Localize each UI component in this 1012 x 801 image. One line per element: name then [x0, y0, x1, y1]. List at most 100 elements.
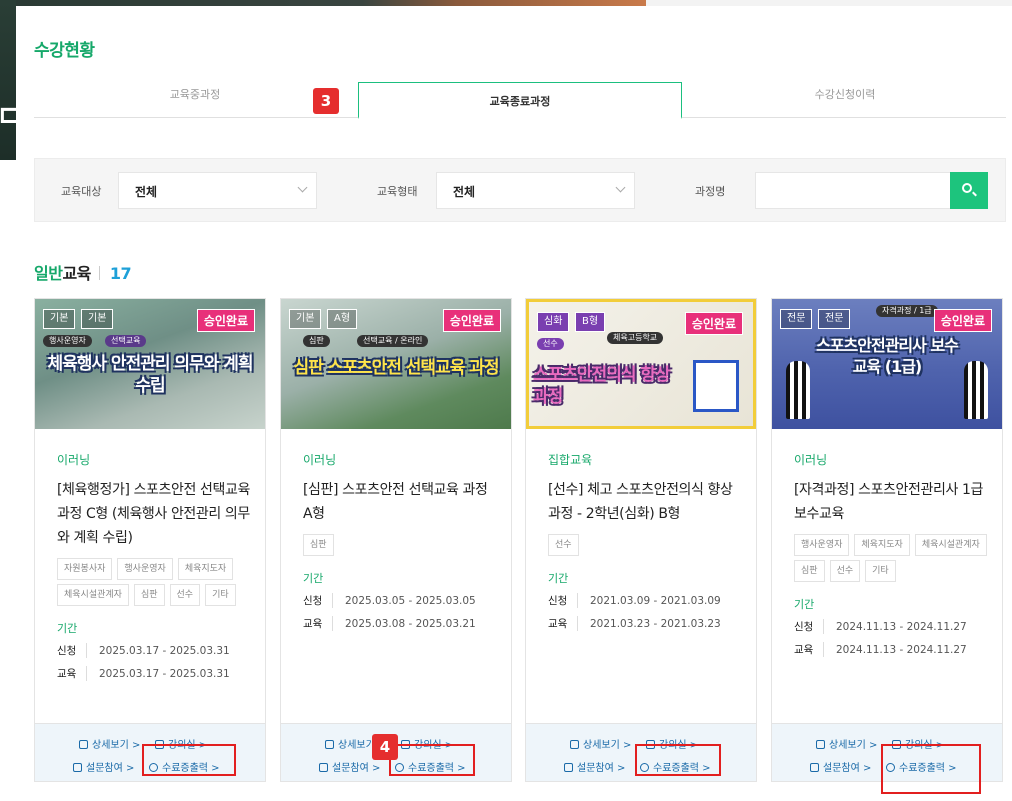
apply-period: 신청 2025.03.17 - 2025.03.31	[57, 643, 230, 658]
target-chip: 선수	[829, 560, 861, 582]
course-title[interactable]: [선수] 체고 스포츠안전의식 향상과정 - 2학년(심화) B형	[548, 478, 744, 526]
enrollment-status-panel: 수강현황 교육중과정 교육종료과정 수강신청이력 3 교육대상 전체 교육형태 …	[16, 6, 1012, 801]
thumb-tag: B형	[575, 312, 606, 332]
search-button[interactable]	[950, 172, 988, 209]
course-card: 심화 B형 선수 체육고등학교 승인완료 스포츠안전의식 향상과정 집합교육 […	[525, 298, 757, 782]
thumb-headline: 체육행사 안전관리 의무와 계획 수립	[47, 354, 253, 396]
target-select-value: 전체	[135, 185, 158, 199]
thumb-pill: 심판	[303, 335, 330, 347]
referee-figure-icon	[786, 361, 810, 419]
course-thumbnail[interactable]: 심화 B형 선수 체육고등학교 승인완료 스포츠안전의식 향상과정	[526, 299, 756, 429]
thumb-headline: 스포츠안전의식 향상과정	[533, 365, 671, 407]
apply-period: 신청 2021.03.09 - 2021.03.09	[548, 593, 721, 608]
section-title-green: 일반	[34, 264, 63, 283]
highlight-box	[389, 744, 475, 776]
target-chip: 심판	[303, 534, 334, 556]
survey-link[interactable]: 설문참여 >	[810, 759, 871, 774]
course-title[interactable]: [체육행정가] 스포츠안전 선택교육 과정 C형 (체육행사 안전관리 의무와 …	[57, 478, 253, 550]
thumb-tag: 기본	[81, 309, 114, 329]
type-select[interactable]: 전체	[436, 172, 635, 209]
survey-link[interactable]: 설문참여 >	[73, 759, 134, 774]
target-chip: 심판	[133, 584, 165, 606]
thumb-tag: 기본	[43, 309, 76, 329]
thumb-pill: 선택교육 / 온라인	[357, 335, 429, 347]
course-name-label: 과정명	[695, 185, 726, 198]
document-icon	[570, 740, 579, 749]
period-label: 기간	[57, 622, 78, 635]
search-icon	[962, 183, 972, 193]
target-select[interactable]: 전체	[118, 172, 317, 209]
box-icon	[564, 763, 573, 772]
survey-link[interactable]: 설문참여 >	[319, 759, 380, 774]
document-icon	[325, 740, 334, 749]
thumb-pill: 행사운영자	[43, 335, 92, 347]
course-title[interactable]: [심판] 스포츠안전 선택교육 과정 A형	[303, 478, 499, 526]
tab-application-history[interactable]: 수강신청이력	[684, 82, 1006, 118]
course-name-input[interactable]	[755, 172, 951, 209]
target-chip: 체육지도자	[854, 534, 910, 556]
edu-period: 교육 2024.11.13 - 2024.11.27	[794, 642, 967, 657]
approved-badge: 승인완료	[933, 309, 992, 332]
target-chips: 심판	[303, 534, 499, 556]
course-thumbnail[interactable]: 전문 전문 자격과정 / 1급 승인완료 스포츠안전관리사 보수교육 (1급)	[772, 299, 1002, 429]
edu-period: 교육 2021.03.23 - 2021.03.23	[548, 616, 721, 631]
detail-link[interactable]: 상세보기 >	[816, 736, 877, 751]
target-chip: 선수	[169, 584, 201, 606]
target-chips: 행사운영자 체육지도자 체육시설관계자 심판 선수 기타	[794, 534, 990, 582]
tab-in-progress[interactable]: 교육중과정	[34, 82, 356, 118]
school-building-icon	[693, 360, 739, 412]
highlight-box	[142, 744, 236, 776]
survey-link[interactable]: 설문참여 >	[564, 759, 625, 774]
course-type: 집합교육	[548, 453, 593, 467]
thumb-tag: 기본	[289, 309, 322, 329]
target-chip: 체육지도자	[177, 558, 234, 580]
approved-badge: 승인완료	[196, 309, 255, 332]
chevron-down-icon	[297, 182, 308, 193]
thumb-tag: 전문	[780, 309, 813, 329]
step-badge-4: 4	[372, 734, 398, 760]
course-card: 전문 전문 자격과정 / 1급 승인완료 스포츠안전관리사 보수교육 (1급) …	[771, 298, 1003, 782]
target-label: 교육대상	[61, 185, 102, 198]
page-title: 수강현황	[34, 41, 95, 61]
course-type: 이러닝	[57, 453, 91, 467]
edu-period: 교육 2025.03.08 - 2025.03.21	[303, 616, 476, 631]
thumb-pill: 선택교육	[105, 335, 147, 347]
target-chip: 체육시설관계자	[914, 534, 987, 556]
box-icon	[73, 763, 82, 772]
highlight-box	[881, 744, 981, 794]
section-count: 17	[109, 264, 132, 283]
course-thumbnail[interactable]: 기본 기본 행사운영자 선택교육 승인완료 체육행사 안전관리 의무와 계획 수…	[35, 299, 265, 429]
period-label: 기간	[303, 572, 324, 585]
target-chip: 행사운영자	[117, 558, 173, 580]
document-icon	[79, 740, 88, 749]
highlight-box	[635, 744, 721, 776]
thumb-headline: 스포츠안전관리사 보수교육 (1급)	[816, 336, 959, 376]
approved-badge: 승인완료	[684, 312, 743, 335]
course-card: 기본 기본 행사운영자 선택교육 승인완료 체육행사 안전관리 의무와 계획 수…	[34, 298, 266, 782]
filter-bar: 교육대상 전체 교육형태 전체 과정명	[34, 158, 1006, 222]
detail-link[interactable]: 상세보기 >	[79, 736, 140, 751]
type-label: 교육형태	[377, 185, 418, 198]
thumb-tag: 심화	[537, 312, 570, 332]
section-heading: 일반교육 17	[34, 260, 132, 284]
course-type: 이러닝	[303, 453, 337, 467]
edu-period: 교육 2025.03.17 - 2025.03.31	[57, 666, 230, 681]
status-tabs: 교육중과정 교육종료과정 수강신청이력	[34, 82, 1006, 119]
target-chips: 자원봉사자 행사운영자 체육지도자 체육시설관계자 심판 선수 기타	[57, 558, 253, 606]
course-card: 기본 A형 심판 선택교육 / 온라인 승인완료 심판 스포츠안전 선택교육 과…	[280, 298, 512, 782]
period-label: 기간	[548, 572, 569, 585]
thumb-pill: 체육고등학교	[607, 332, 664, 344]
detail-link[interactable]: 상세보기 >	[570, 736, 631, 751]
target-chip: 선수	[548, 534, 579, 556]
course-title[interactable]: [자격과정] 스포츠안전관리사 1급 보수교육	[794, 478, 990, 526]
apply-period: 신청 2024.11.13 - 2024.11.27	[794, 619, 967, 634]
section-title-dark: 교육	[62, 264, 91, 283]
background-image-strip: ⊏	[0, 0, 20, 160]
course-thumbnail[interactable]: 기본 A형 심판 선택교육 / 온라인 승인완료 심판 스포츠안전 선택교육 과…	[281, 299, 511, 429]
target-chip: 심판	[794, 560, 825, 582]
course-type: 이러닝	[794, 453, 828, 467]
target-chip: 기타	[205, 584, 236, 606]
tab-completed[interactable]: 교육종료과정	[358, 82, 682, 119]
apply-period: 신청 2025.03.05 - 2025.03.05	[303, 593, 476, 608]
target-chip: 기타	[865, 560, 896, 582]
